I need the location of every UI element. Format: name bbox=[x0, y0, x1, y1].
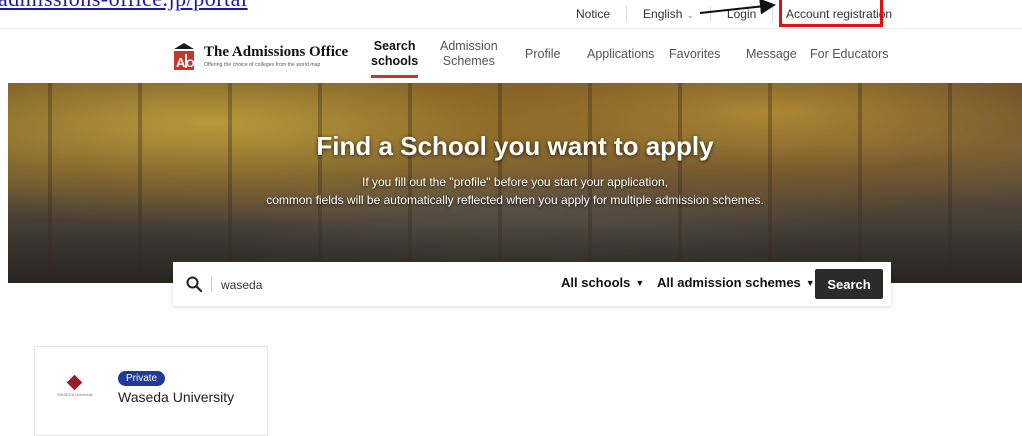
hero-banner: Find a School you want to apply If you f… bbox=[8, 83, 1022, 283]
logo-title: The Admissions Office bbox=[204, 43, 349, 60]
search-input[interactable] bbox=[219, 272, 523, 298]
site-logo[interactable]: A O The Admissions Office Offering the c… bbox=[172, 41, 348, 71]
nav-for-educators[interactable]: For Educators bbox=[810, 47, 889, 62]
school-filter-label: All schools bbox=[561, 275, 631, 290]
notice-link[interactable]: Notice bbox=[560, 7, 626, 21]
language-select[interactable]: English ⌄ bbox=[627, 7, 710, 21]
scheme-filter-dropdown[interactable]: All admission schemes ▼ bbox=[657, 275, 815, 290]
nav-admission-schemes[interactable]: Admission Schemes bbox=[440, 39, 498, 69]
hero-description-line: If you fill out the "profile" before you… bbox=[361, 175, 669, 189]
search-icon bbox=[186, 276, 203, 293]
search-button[interactable]: Search bbox=[815, 269, 883, 299]
caret-down-icon: ▼ bbox=[635, 278, 645, 288]
nav-message[interactable]: Message bbox=[746, 47, 797, 62]
nav-label-line: schools bbox=[371, 54, 419, 68]
hero-description-line: common fields will be automatically refl… bbox=[266, 193, 764, 207]
nav-applications[interactable]: Applications bbox=[587, 47, 654, 62]
nav-favorites[interactable]: Favorites bbox=[669, 47, 720, 62]
header-divider bbox=[0, 28, 1022, 29]
logo-tagline: Offering the choice of colleges from the… bbox=[204, 61, 321, 68]
divider bbox=[211, 276, 212, 292]
logo-mark-icon: A O bbox=[174, 43, 195, 70]
annotation-arrow-icon bbox=[699, 0, 776, 15]
nav-label-line: Schemes bbox=[442, 54, 495, 68]
annotation-highlight-box bbox=[779, 0, 883, 27]
language-label: English bbox=[643, 7, 683, 21]
school-name: Waseda University bbox=[118, 389, 235, 405]
scheme-filter-label: All admission schemes bbox=[657, 275, 801, 290]
nav-label-line: Admission bbox=[440, 39, 498, 53]
nav-profile[interactable]: Profile bbox=[525, 47, 560, 62]
search-bar: All schools ▼ All admission schemes ▼ Sear… bbox=[173, 262, 891, 306]
caret-down-icon: ▼ bbox=[805, 278, 815, 288]
main-nav: A O The Admissions Office Offering the c… bbox=[0, 30, 1022, 82]
svg-text:O: O bbox=[186, 58, 195, 70]
svg-text:A: A bbox=[176, 55, 186, 70]
hero-title: Find a School you want to apply bbox=[316, 131, 714, 161]
school-logo-caption: WASEDA University bbox=[57, 392, 93, 397]
status-badge: Private bbox=[118, 371, 166, 386]
annotation-url: admissions-office.jp/portal bbox=[0, 0, 248, 12]
nav-label-line: Search bbox=[373, 39, 416, 53]
school-emblem-icon bbox=[66, 374, 83, 391]
nav-search-schools[interactable]: Search schools bbox=[371, 39, 419, 78]
logo-text: The Admissions Office Offering the choic… bbox=[204, 43, 349, 68]
school-filter-dropdown[interactable]: All schools ▼ bbox=[561, 275, 644, 290]
chevron-down-icon: ⌄ bbox=[686, 10, 694, 20]
school-card[interactable]: WASEDA University Private Waseda Univers… bbox=[34, 346, 268, 436]
school-logo: WASEDA University bbox=[57, 374, 93, 405]
